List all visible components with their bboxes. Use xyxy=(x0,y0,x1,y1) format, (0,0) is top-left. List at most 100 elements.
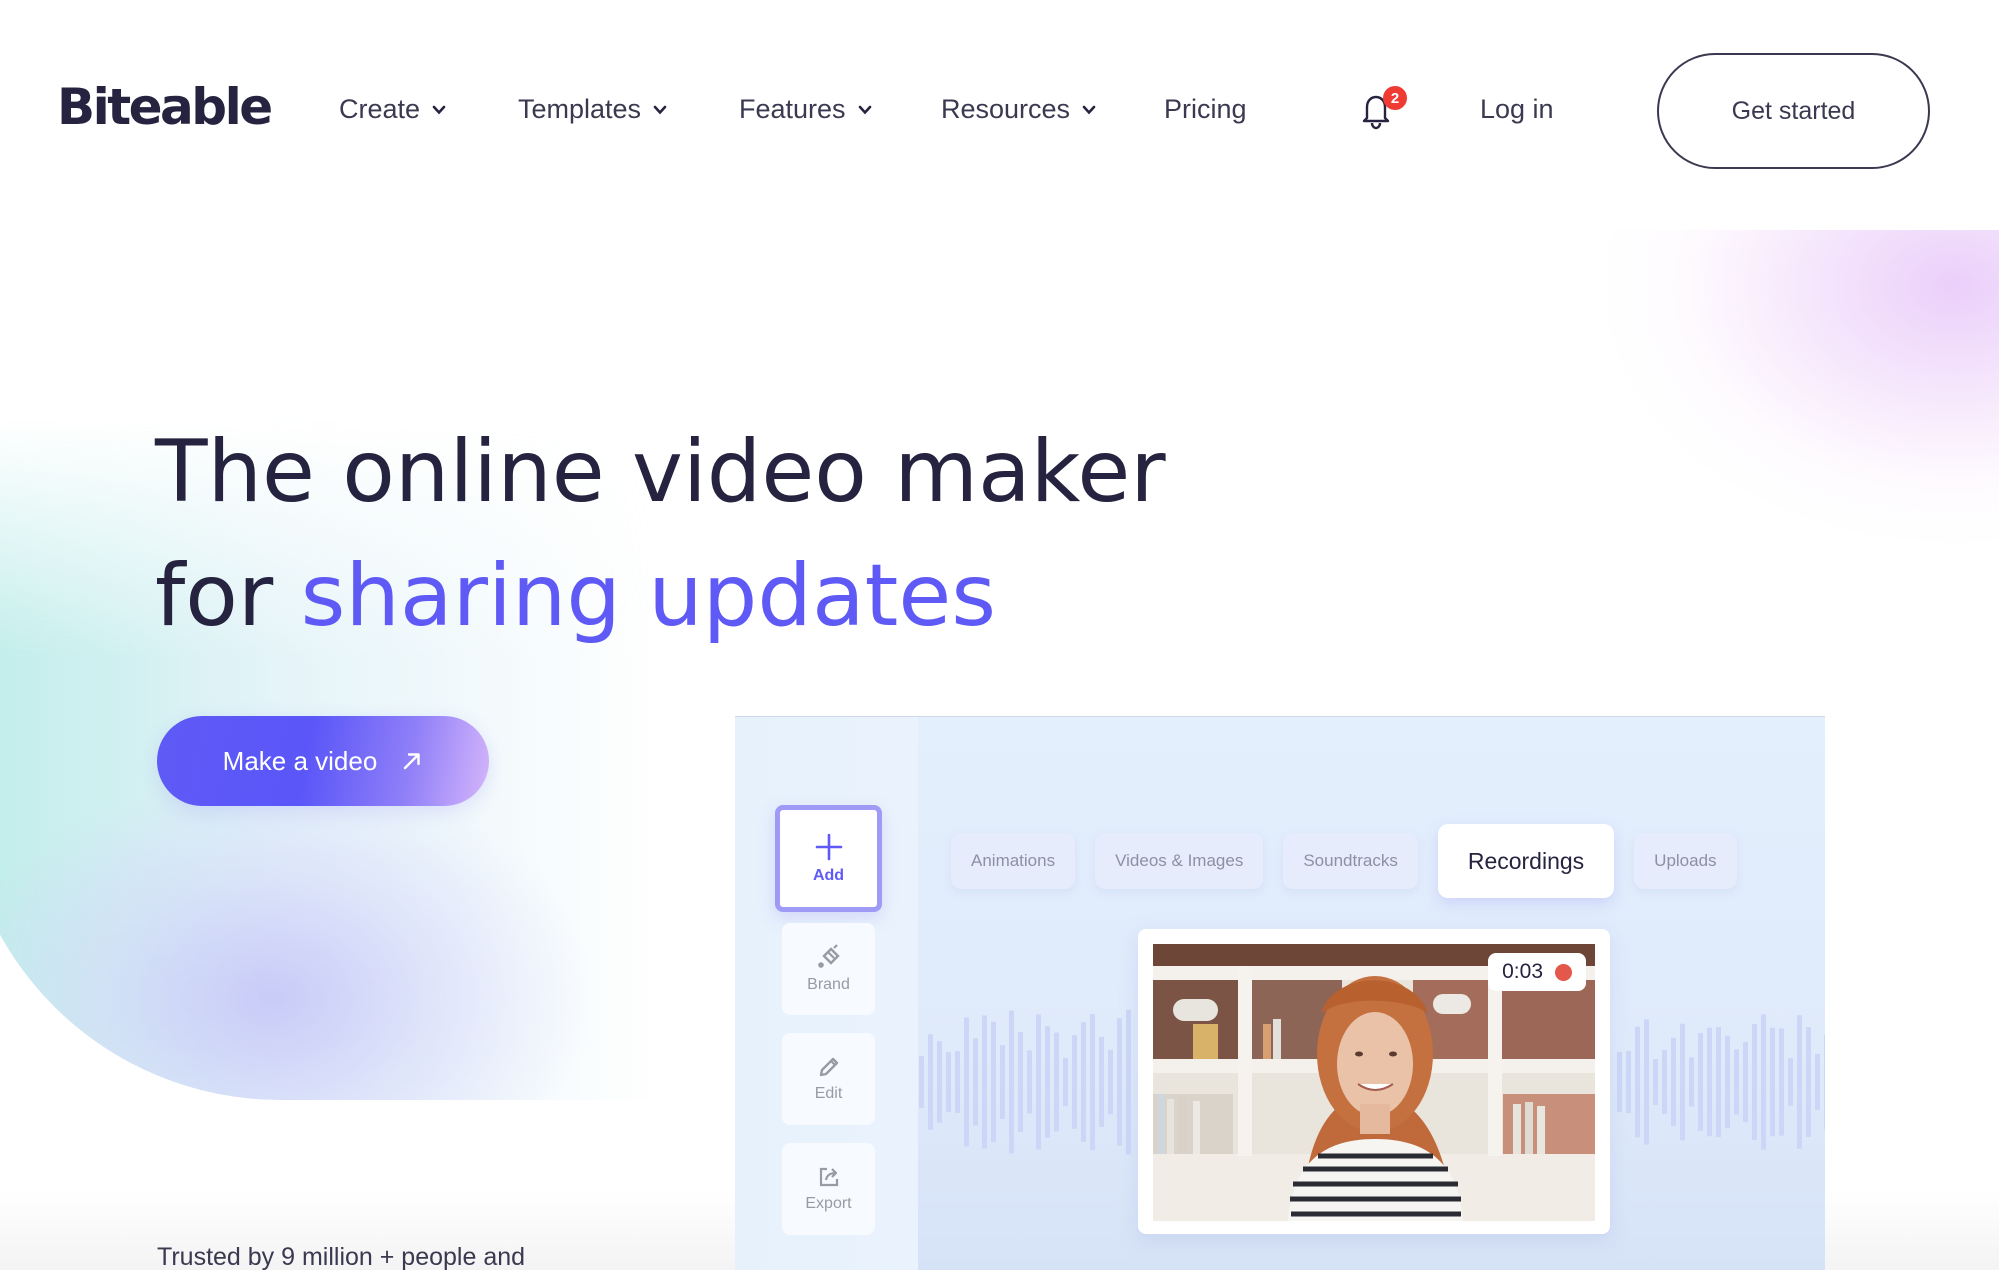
recording-preview-card: 0:03 xyxy=(1138,929,1610,1234)
waveform-bar xyxy=(1698,1033,1703,1131)
waveform-bar xyxy=(928,1034,933,1130)
waveform-bar xyxy=(1788,1058,1793,1106)
waveform-bar xyxy=(1734,1049,1739,1115)
nav-pricing-label: Pricing xyxy=(1164,94,1247,124)
waveform-bar xyxy=(1081,1022,1086,1142)
export-icon xyxy=(819,1167,838,1187)
tool-brand[interactable]: Brand xyxy=(782,923,875,1015)
tool-edit-label: Edit xyxy=(814,1085,843,1102)
waveform-bar xyxy=(1779,1028,1784,1136)
waveform-bar xyxy=(1743,1041,1748,1123)
nav-templates[interactable]: Templates xyxy=(518,94,667,125)
waveform-bar xyxy=(1725,1035,1730,1129)
hero-title-line1: The online video maker xyxy=(155,422,1166,522)
top-navigation: Biteable Create Templates Features Resou… xyxy=(0,0,1999,225)
nav-features[interactable]: Features xyxy=(739,94,872,125)
tab-videos-images[interactable]: Videos & Images xyxy=(1095,833,1264,889)
chevron-down-icon xyxy=(858,105,871,114)
waveform-bar xyxy=(1000,1045,1005,1119)
waveform-bar xyxy=(955,1051,960,1113)
audio-waveform-right xyxy=(1617,1014,1825,1150)
editor-mockup: Add Brand Edit Export Animations Videos … xyxy=(735,716,1825,1270)
waveform-bar xyxy=(1063,1057,1068,1107)
waveform-bar xyxy=(982,1015,987,1149)
login-link[interactable]: Log in xyxy=(1480,94,1554,125)
waveform-bar xyxy=(1815,1053,1820,1111)
waveform-bar xyxy=(1707,1027,1712,1137)
tab-animations[interactable]: Animations xyxy=(951,833,1076,889)
waveform-bar xyxy=(1009,1010,1014,1154)
waveform-bar xyxy=(919,1055,924,1109)
hero-title-accent: sharing updates xyxy=(300,546,997,646)
waveform-bar xyxy=(1126,1009,1131,1155)
waveform-bar xyxy=(1108,1049,1113,1115)
tool-edit[interactable]: Edit xyxy=(782,1033,875,1125)
chevron-down-icon xyxy=(653,105,667,114)
waveform-bar xyxy=(1770,1027,1775,1137)
pencil-icon xyxy=(819,1057,838,1077)
tool-export[interactable]: Export xyxy=(782,1143,875,1235)
hero-title: The online video maker for sharing updat… xyxy=(155,410,1166,658)
recording-video[interactable]: 0:03 xyxy=(1153,944,1595,1221)
background-gradient-pink xyxy=(1360,230,1999,790)
nav-templates-label: Templates xyxy=(518,94,642,124)
waveform-bar xyxy=(1626,1050,1631,1114)
tool-add[interactable]: Add xyxy=(775,805,882,912)
waveform-bar xyxy=(1635,1026,1640,1138)
tool-add-label: Add xyxy=(812,866,845,884)
waveform-bar xyxy=(1036,1014,1041,1150)
waveform-bar xyxy=(1018,1031,1023,1133)
make-a-video-button[interactable]: Make a video xyxy=(157,716,489,806)
waveform-bar xyxy=(1644,1019,1649,1145)
tab-recordings[interactable]: Recordings xyxy=(1437,824,1615,898)
waveform-bar xyxy=(1671,1037,1676,1127)
waveform-bar xyxy=(1761,1014,1766,1150)
waveform-bar xyxy=(1027,1050,1032,1114)
arrow-up-right-icon xyxy=(404,753,421,770)
nav-create[interactable]: Create xyxy=(339,94,446,125)
media-tabs: Animations Videos & Images Soundtracks R… xyxy=(951,824,1737,898)
nav-pricing[interactable]: Pricing xyxy=(1164,94,1247,125)
tool-brand-label: Brand xyxy=(807,976,850,993)
tab-soundtracks[interactable]: Soundtracks xyxy=(1283,833,1418,889)
chevron-down-icon xyxy=(432,105,446,114)
paint-bucket-icon xyxy=(817,944,840,968)
waveform-bar xyxy=(1117,1018,1122,1146)
waveform-bar xyxy=(1045,1026,1050,1138)
recording-timer: 0:03 xyxy=(1488,953,1586,991)
tab-uploads[interactable]: Uploads xyxy=(1634,833,1737,889)
waveform-bar xyxy=(1099,1037,1104,1127)
nav-resources-label: Resources xyxy=(941,94,1071,124)
waveform-bar xyxy=(1054,1032,1059,1132)
recording-timer-value: 0:03 xyxy=(1502,960,1543,983)
hero-title-prefix: for xyxy=(155,546,274,646)
waveform-bar xyxy=(1689,1057,1694,1107)
waveform-bar xyxy=(946,1052,951,1112)
record-dot-icon xyxy=(1555,963,1572,981)
waveform-bar xyxy=(1797,1015,1802,1149)
audio-waveform-left xyxy=(919,1009,1131,1155)
nav-resources[interactable]: Resources xyxy=(941,94,1096,125)
notification-badge: 2 xyxy=(1383,86,1407,110)
waveform-bar xyxy=(1617,1051,1622,1113)
plus-icon xyxy=(815,833,842,860)
make-a-video-label: Make a video xyxy=(222,745,378,776)
waveform-bar xyxy=(1752,1023,1757,1141)
nav-create-label: Create xyxy=(339,94,421,124)
waveform-bar xyxy=(1824,1034,1825,1130)
waveform-bar xyxy=(991,1021,996,1143)
chevron-down-icon xyxy=(1082,105,1096,114)
waveform-bar xyxy=(1680,1023,1685,1141)
waveform-bar xyxy=(973,1038,978,1126)
waveform-bar xyxy=(1072,1035,1077,1129)
waveform-bar xyxy=(964,1017,969,1147)
tool-export-label: Export xyxy=(805,1195,852,1212)
trusted-by-text: Trusted by 9 million + people and xyxy=(157,1243,526,1270)
waveform-bar xyxy=(1806,1027,1811,1137)
waveform-bar xyxy=(1716,1026,1721,1138)
waveform-bar xyxy=(1653,1059,1658,1105)
get-started-button[interactable]: Get started xyxy=(1657,53,1930,169)
waveform-bar xyxy=(1662,1049,1667,1115)
biteable-logo[interactable]: Biteable xyxy=(57,78,273,136)
waveform-bar xyxy=(1090,1013,1095,1151)
